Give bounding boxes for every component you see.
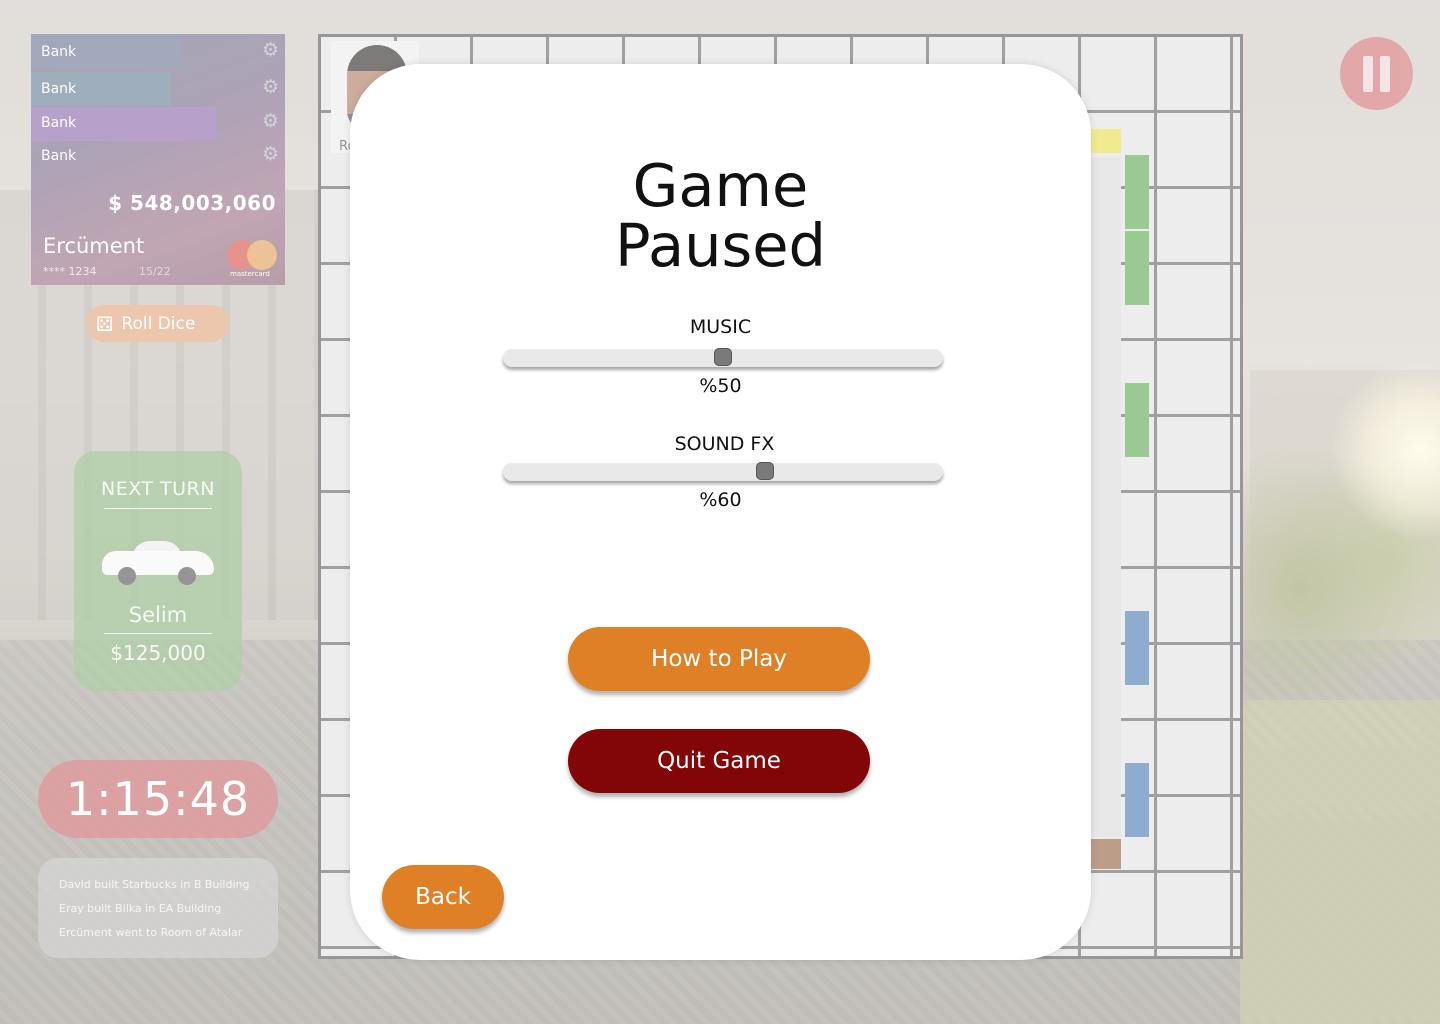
title-line: Paused	[615, 211, 826, 280]
music-value: %50	[699, 375, 742, 397]
sound-fx-value: %60	[699, 489, 742, 511]
pause-menu-dialog: Game Paused MUSIC %50 SOUND FX %60 How t…	[350, 64, 1091, 960]
sound-fx-slider[interactable]	[503, 462, 943, 481]
music-slider-thumb[interactable]	[714, 348, 732, 366]
back-button[interactable]: Back	[382, 865, 504, 929]
title-line: Game	[632, 151, 809, 220]
music-label: MUSIC	[689, 316, 752, 338]
sound-fx-label: SOUND FX	[674, 433, 775, 455]
sound-fx-slider-thumb[interactable]	[756, 462, 775, 480]
pause-menu-title: Game Paused	[350, 156, 1091, 276]
quit-game-button[interactable]: Quit Game	[568, 729, 870, 793]
how-to-play-button[interactable]: How to Play	[568, 627, 870, 691]
music-slider[interactable]	[503, 348, 943, 367]
